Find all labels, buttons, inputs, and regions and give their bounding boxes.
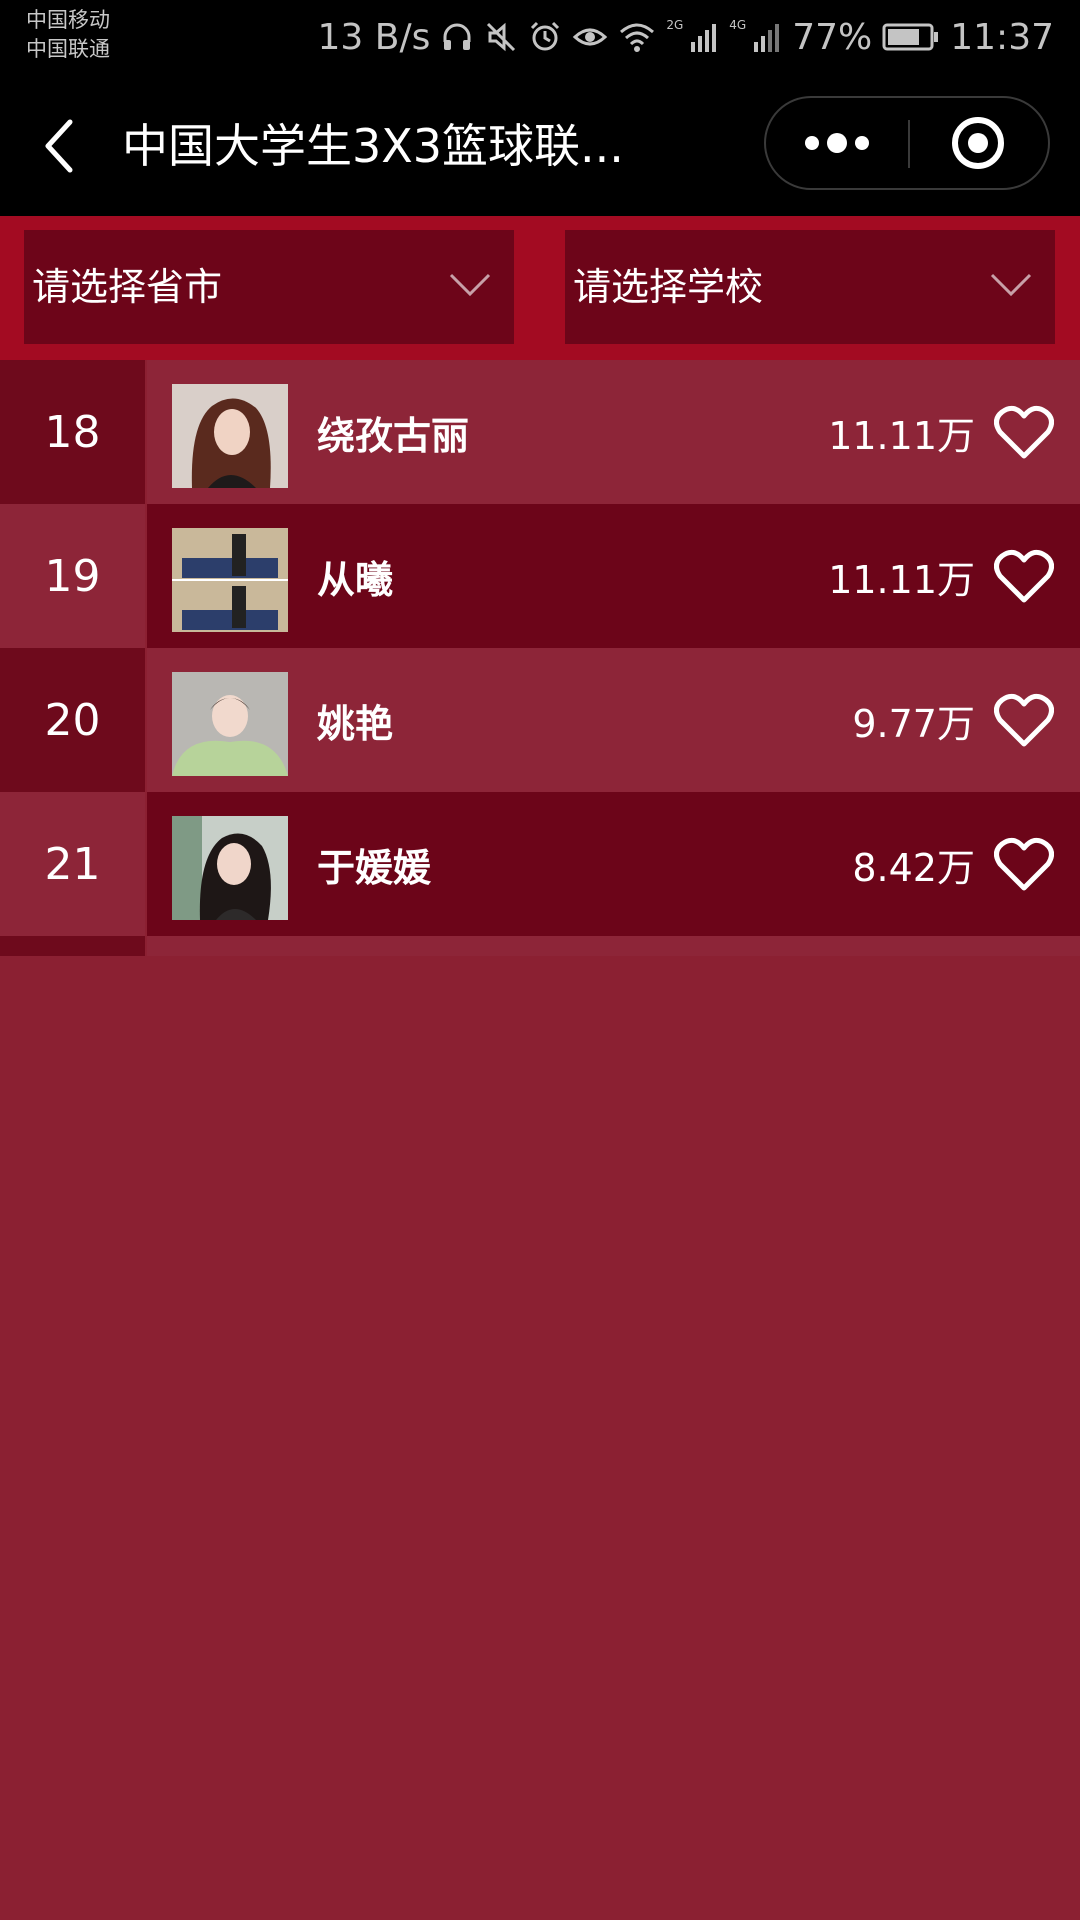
close-miniprogram-button[interactable] [910, 98, 1050, 188]
eye-icon [573, 28, 608, 46]
vote-count: 8.42万 [852, 845, 975, 890]
list-item-body: 绕孜古丽 11.11万 [147, 360, 1080, 504]
contestant-name: 绕孜古丽 [317, 413, 470, 458]
list-item-partial[interactable] [0, 936, 1080, 956]
rank-cell [0, 936, 145, 956]
school-select-label: 请选择学校 [573, 265, 764, 309]
more-dots-icon [805, 133, 869, 153]
avatar [172, 672, 288, 776]
list-item[interactable]: 20 姚艳 9.77万 [0, 648, 1080, 792]
target-circle-icon [952, 117, 1004, 169]
status-bar: 中国移动 中国联通 13 B/s 2G 4G 77% 11:37 [0, 0, 1080, 74]
contestant-name: 从曦 [317, 557, 394, 602]
rank-number: 19 [0, 504, 145, 648]
list-item[interactable]: 18 绕孜古丽 11.11万 [0, 360, 1080, 504]
avatar [172, 528, 288, 632]
chevron-left-icon [45, 119, 73, 173]
chevron-down-icon [990, 273, 1032, 297]
signal-2-icon [691, 24, 717, 52]
carrier-info: 中国移动 中国联通 [26, 6, 110, 64]
rank-number: 21 [0, 792, 145, 936]
list-item-body [147, 936, 1080, 956]
nav-bar: 中国大学生3X3篮球联... [0, 74, 1080, 216]
more-button[interactable] [766, 98, 908, 188]
mute-icon [487, 22, 516, 52]
heart-icon[interactable] [994, 836, 1054, 892]
vote-count: 11.11万 [828, 413, 975, 458]
signal-1-icon [754, 24, 780, 52]
vote-count: 9.77万 [852, 701, 975, 746]
list-item[interactable]: 21 于媛媛 8.42万 [0, 792, 1080, 936]
avatar [172, 384, 288, 488]
list-item-body: 姚艳 9.77万 [147, 648, 1080, 792]
miniprogram-capsule [764, 96, 1050, 190]
heart-icon[interactable] [994, 404, 1054, 460]
battery-icon [882, 23, 939, 51]
avatar [172, 816, 288, 920]
contestant-name: 于媛媛 [317, 845, 432, 890]
school-select[interactable]: 请选择学校 [565, 230, 1055, 344]
rank-number: 20 [0, 648, 145, 792]
contestant-name: 姚艳 [317, 701, 394, 746]
back-button[interactable] [40, 116, 80, 176]
carrier-2: 中国联通 [26, 37, 110, 61]
status-icons: 13 B/s 2G 4G 77% 11:37 [318, 12, 1054, 62]
vote-count: 11.11万 [828, 557, 975, 602]
headphones-icon [443, 23, 471, 50]
chevron-down-icon [449, 273, 491, 297]
page-title: 中国大学生3X3篮球联... [122, 119, 624, 173]
filter-bar: 请选择省市 请选择学校 [0, 216, 1080, 360]
rank-number: 18 [0, 360, 145, 504]
heart-icon[interactable] [994, 548, 1054, 604]
heart-icon[interactable] [994, 692, 1054, 748]
province-select[interactable]: 请选择省市 [24, 230, 514, 344]
list-item[interactable]: 19 从曦 11.11万 [0, 504, 1080, 648]
clock: 11:37 [950, 16, 1054, 58]
province-select-label: 请选择省市 [32, 265, 223, 309]
net-speed: 13 B/s [317, 16, 431, 58]
list-item-body: 从曦 11.11万 [147, 504, 1080, 648]
carrier-1: 中国移动 [26, 8, 110, 32]
battery-percent: 77% [792, 16, 873, 58]
list-item-body: 于媛媛 8.42万 [147, 792, 1080, 936]
sim1-network-type: 4G [729, 18, 747, 32]
sim2-network-type: 2G [666, 18, 684, 32]
alarm-icon [531, 21, 560, 51]
wifi-icon [620, 23, 655, 52]
